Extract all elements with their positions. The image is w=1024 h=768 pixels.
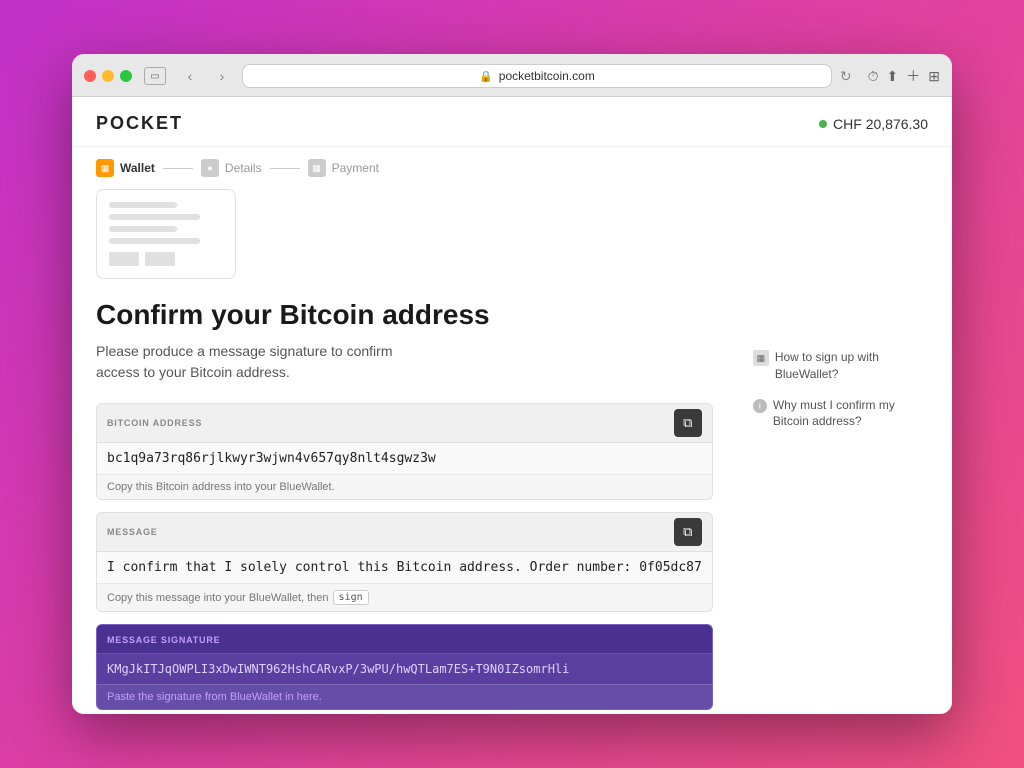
browser-actions: ⏱ ⬆ ＋ ⊞	[868, 66, 940, 86]
logo: POCKET	[96, 113, 183, 134]
preview-line-1	[109, 202, 177, 208]
preview-line-4	[109, 238, 200, 244]
bitcoin-address-block: BITCOIN ADDRESS ⧉ bc1q9a73rq86rjlkwyr3wj…	[96, 403, 713, 500]
message-value: I confirm that I solely control this Bit…	[107, 560, 702, 575]
left-panel: Confirm your Bitcoin address Please prod…	[96, 189, 713, 714]
grid-icon[interactable]: ⊞	[928, 68, 940, 85]
help-confirm-icon: i	[753, 399, 767, 413]
signature-block: MESSAGE SIGNATURE KMgJkITJqOWPLI3xDwIWNT…	[96, 624, 713, 710]
signature-hint-text: Paste the signature from BlueWallet in h…	[107, 691, 322, 703]
step-payment[interactable]: ▦ Payment	[308, 159, 379, 177]
bitcoin-address-label: BITCOIN ADDRESS	[107, 418, 202, 428]
balance-value: CHF 20,876.30	[833, 116, 928, 132]
balance-display: CHF 20,876.30	[819, 116, 928, 132]
message-header: MESSAGE ⧉	[97, 513, 712, 552]
help-bluewallet-text: How to sign up with BlueWallet?	[775, 349, 928, 383]
help-item-1[interactable]: i Why must I confirm my Bitcoin address?	[753, 397, 928, 431]
step-details-icon: ●	[201, 159, 219, 177]
forward-button[interactable]: ›	[210, 64, 234, 88]
signature-value[interactable]: KMgJkITJqOWPLI3xDwIWNT962HshCARvxP/3wPU/…	[97, 654, 712, 684]
minimize-button[interactable]	[102, 70, 114, 82]
message-hint: Copy this message into your BlueWallet, …	[97, 583, 712, 611]
page-header: POCKET CHF 20,876.30	[72, 97, 952, 147]
sign-tag: sign	[333, 590, 369, 605]
page-content: POCKET CHF 20,876.30 ▦ Wallet ● Details …	[72, 97, 952, 714]
right-panel: ▦ How to sign up with BlueWallet? i Why …	[753, 189, 928, 714]
preview-line-2	[109, 214, 200, 220]
message-hint-prefix: Copy this message into your BlueWallet, …	[107, 592, 329, 604]
balance-indicator	[819, 120, 827, 128]
step-divider-1	[163, 168, 193, 169]
browser-window: ▭ ‹ › 🔒 pocketbitcoin.com ↻ ⏱ ⬆ ＋ ⊞ POCK…	[72, 54, 952, 714]
preview-card	[96, 189, 236, 279]
copy-message-button[interactable]: ⧉	[674, 518, 702, 546]
url-text: pocketbitcoin.com	[499, 69, 595, 83]
address-bar[interactable]: 🔒 pocketbitcoin.com	[242, 64, 832, 88]
traffic-lights	[84, 70, 132, 82]
maximize-button[interactable]	[120, 70, 132, 82]
signature-label: MESSAGE SIGNATURE	[107, 635, 220, 645]
refresh-icon[interactable]: ↻	[840, 68, 852, 85]
step-wallet[interactable]: ▦ Wallet	[96, 159, 155, 177]
bitcoin-address-hint: Copy this Bitcoin address into your Blue…	[97, 474, 712, 499]
signature-header: MESSAGE SIGNATURE	[97, 625, 712, 654]
lock-icon: 🔒	[479, 70, 493, 83]
page-description: Please produce a message signature to co…	[96, 341, 436, 383]
bitcoin-address-value-row: bc1q9a73rq86rjlkwyr3wjwn4v657qy8nlt4sgwz…	[97, 443, 712, 474]
preview-line-3	[109, 226, 177, 232]
step-wallet-icon: ▦	[96, 159, 114, 177]
signature-hint: Paste the signature from BlueWallet in h…	[97, 684, 712, 709]
bitcoin-address-header: BITCOIN ADDRESS ⧉	[97, 404, 712, 443]
help-bluewallet-icon: ▦	[753, 350, 769, 366]
preview-btn-2	[145, 252, 175, 266]
message-value-row: I confirm that I solely control this Bit…	[97, 552, 712, 583]
help-item-0[interactable]: ▦ How to sign up with BlueWallet?	[753, 349, 928, 383]
message-label: MESSAGE	[107, 527, 158, 537]
main-content: Confirm your Bitcoin address Please prod…	[72, 189, 952, 714]
history-icon[interactable]: ⏱	[868, 68, 879, 85]
preview-btn-row	[109, 252, 223, 266]
help-confirm-text: Why must I confirm my Bitcoin address?	[773, 397, 928, 431]
new-tab-icon[interactable]: ＋	[906, 66, 920, 86]
step-divider-2	[270, 168, 300, 169]
bitcoin-address-value: bc1q9a73rq86rjlkwyr3wjwn4v657qy8nlt4sgwz…	[107, 451, 702, 466]
preview-btn-1	[109, 252, 139, 266]
message-block: MESSAGE ⧉ I confirm that I solely contro…	[96, 512, 713, 612]
share-icon[interactable]: ⬆	[887, 68, 899, 85]
bitcoin-address-hint-text: Copy this Bitcoin address into your Blue…	[107, 481, 335, 493]
back-button[interactable]: ‹	[178, 64, 202, 88]
step-details-label: Details	[225, 161, 262, 175]
sidebar-toggle-icon[interactable]: ▭	[144, 67, 166, 85]
copy-address-button[interactable]: ⧉	[674, 409, 702, 437]
close-button[interactable]	[84, 70, 96, 82]
step-payment-icon: ▦	[308, 159, 326, 177]
browser-chrome: ▭ ‹ › 🔒 pocketbitcoin.com ↻ ⏱ ⬆ ＋ ⊞	[72, 54, 952, 97]
step-wallet-label: Wallet	[120, 161, 155, 175]
stepper: ▦ Wallet ● Details ▦ Payment	[72, 147, 952, 189]
step-payment-label: Payment	[332, 161, 379, 175]
step-details[interactable]: ● Details	[201, 159, 262, 177]
page-title: Confirm your Bitcoin address	[96, 299, 713, 331]
